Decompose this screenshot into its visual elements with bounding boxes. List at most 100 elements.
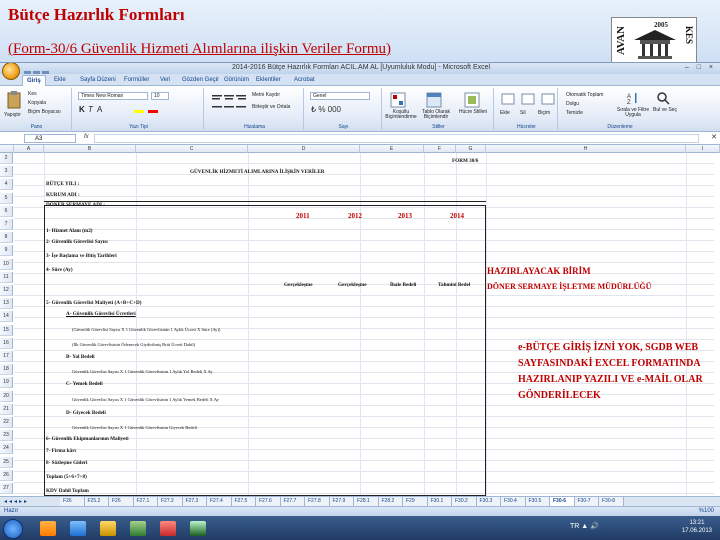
row-header[interactable]: 8 — [0, 232, 13, 244]
fill-button[interactable]: Dolgu — [566, 101, 579, 107]
cell-styles-button[interactable]: Hücre Stilleri — [456, 110, 490, 115]
row-header[interactable]: 23 — [0, 430, 13, 442]
sheet-tab[interactable]: F30-7 — [574, 497, 599, 506]
sheet-tab[interactable]: F27.8 — [305, 497, 330, 506]
row-header[interactable]: 18 — [0, 364, 13, 376]
merge-center-button[interactable]: Birleştir ve Ortala — [252, 104, 290, 110]
sheet-tab[interactable]: F30.5 — [525, 497, 550, 506]
column-header[interactable]: A — [14, 145, 44, 153]
font-size-select[interactable]: 10 — [151, 92, 169, 100]
row-header[interactable]: 7 — [0, 219, 13, 230]
browser-icon[interactable] — [40, 521, 56, 536]
row-header[interactable]: 21 — [0, 403, 13, 415]
row-header[interactable]: 12 — [0, 285, 13, 296]
window-controls[interactable]: – □ × — [685, 64, 716, 71]
row-header[interactable]: 17 — [0, 351, 13, 362]
column-header[interactable]: E — [360, 145, 424, 153]
tab-insert[interactable]: Ekle — [50, 75, 70, 86]
format-painter-button[interactable]: Biçim Boyacısı — [28, 109, 61, 115]
sheet-tab[interactable]: F25.2 — [84, 497, 109, 506]
row-header[interactable]: 13 — [0, 298, 13, 310]
explorer-icon[interactable] — [70, 521, 86, 536]
row-header[interactable]: 11 — [0, 271, 13, 283]
close-icon[interactable]: ✕ — [711, 133, 717, 141]
tab-acrobat[interactable]: Acrobat — [290, 75, 319, 86]
sort-filter-button[interactable]: Sırala ve Filtre Uygula — [616, 108, 650, 118]
sheet-tab[interactable]: F27.7 — [280, 497, 305, 506]
row-header[interactable]: 9 — [0, 245, 13, 257]
sheet-tab[interactable]: F30.4 — [501, 497, 526, 506]
name-box[interactable]: A3 — [24, 134, 76, 143]
tab-home[interactable]: Giriş — [22, 75, 46, 86]
quick-access-toolbar[interactable] — [24, 65, 54, 78]
sheet-tab[interactable]: F27.6 — [256, 497, 281, 506]
sheet-tab[interactable]: F30.1 — [427, 497, 452, 506]
align-icon[interactable] — [210, 93, 250, 115]
sheet-tab[interactable]: F27.1 — [133, 497, 158, 506]
sheet-tab[interactable]: F30.2 — [452, 497, 477, 506]
row-header[interactable]: 24 — [0, 443, 13, 455]
conditional-format-icon[interactable] — [390, 92, 406, 108]
font-name-select[interactable]: Times New Roman — [78, 92, 148, 100]
row-header[interactable]: 25 — [0, 456, 13, 468]
sheet-tab[interactable]: F27.5 — [231, 497, 256, 506]
sort-filter-icon[interactable]: AZ — [626, 91, 640, 105]
row-header[interactable]: 19 — [0, 377, 13, 389]
system-tray[interactable]: TR ▲ 🔊 — [570, 522, 599, 530]
formula-input[interactable] — [94, 134, 699, 143]
tab-view[interactable]: Görünüm — [220, 75, 253, 86]
folder-icon[interactable] — [100, 521, 116, 536]
column-header[interactable]: F — [424, 145, 456, 153]
tab-review[interactable]: Gözden Geçir — [178, 75, 223, 86]
format-table-icon[interactable] — [426, 92, 442, 108]
row-header[interactable]: 22 — [0, 417, 13, 428]
row-header[interactable]: 16 — [0, 337, 13, 349]
row-header[interactable]: 26 — [0, 469, 13, 481]
excel-icon[interactable] — [190, 521, 206, 536]
sheet-tab[interactable]: F28.1 — [354, 497, 379, 506]
sheet-tab[interactable]: F28.2 — [378, 497, 403, 506]
row-header[interactable]: 20 — [0, 390, 13, 402]
sheet-tab[interactable]: F30-8 — [599, 497, 624, 506]
tab-page-layout[interactable]: Sayfa Düzeni — [76, 75, 120, 86]
column-header[interactable]: G — [456, 145, 486, 153]
conditional-format-button[interactable]: Koşullu Biçimlendirme — [384, 110, 418, 120]
find-icon[interactable] — [656, 91, 670, 105]
sheet-tab[interactable]: F30.3 — [476, 497, 501, 506]
sheet-tab[interactable]: F27.2 — [158, 497, 183, 506]
number-format-select[interactable]: Genel — [310, 92, 370, 100]
delete-cells-button[interactable]: Sil — [520, 110, 526, 116]
cut-button[interactable]: Kes — [28, 91, 37, 97]
column-header[interactable]: H — [486, 145, 686, 153]
start-button[interactable] — [3, 519, 23, 539]
row-header[interactable]: 6 — [0, 205, 13, 217]
row-header[interactable]: 27 — [0, 483, 13, 494]
sheet-tab[interactable]: F29 — [403, 497, 428, 506]
column-header[interactable]: D — [248, 145, 360, 153]
sheet-tab[interactable]: F30-6 — [550, 497, 575, 506]
insert-delete-format-icon[interactable] — [500, 92, 556, 106]
sheet-tab[interactable]: F27.3 — [182, 497, 207, 506]
sheet-tab[interactable]: F26 — [109, 497, 134, 506]
sheet-tab[interactable]: F26 — [60, 497, 85, 506]
autosum-button[interactable]: Otomatik Toplam — [566, 92, 603, 98]
office-button[interactable] — [2, 63, 20, 80]
powerpoint-icon[interactable] — [160, 521, 176, 536]
clock[interactable]: 13:21 17.06.2013 — [682, 519, 712, 535]
sheet-nav-arrows[interactable]: ◂◂◂▸▸ — [4, 498, 29, 505]
row-header[interactable]: 14 — [0, 311, 13, 323]
wrap-text-button[interactable]: Metni Kaydır — [252, 92, 280, 98]
column-header[interactable]: I — [686, 145, 720, 153]
format-cells-button[interactable]: Biçim — [538, 110, 550, 116]
clear-button[interactable]: Temizle — [566, 110, 583, 116]
paste-button[interactable]: Yapıştır — [4, 112, 21, 118]
cell-styles-icon[interactable] — [464, 92, 480, 108]
column-header[interactable]: B — [44, 145, 136, 153]
fx-icon[interactable]: fx — [84, 134, 89, 140]
sheet-tab[interactable]: F27.4 — [207, 497, 232, 506]
sheet-tab[interactable]: F27.9 — [329, 497, 354, 506]
row-header[interactable]: 15 — [0, 324, 13, 336]
tab-data[interactable]: Veri — [156, 75, 174, 86]
row-header[interactable]: 5 — [0, 192, 13, 204]
column-header[interactable]: C — [136, 145, 248, 153]
